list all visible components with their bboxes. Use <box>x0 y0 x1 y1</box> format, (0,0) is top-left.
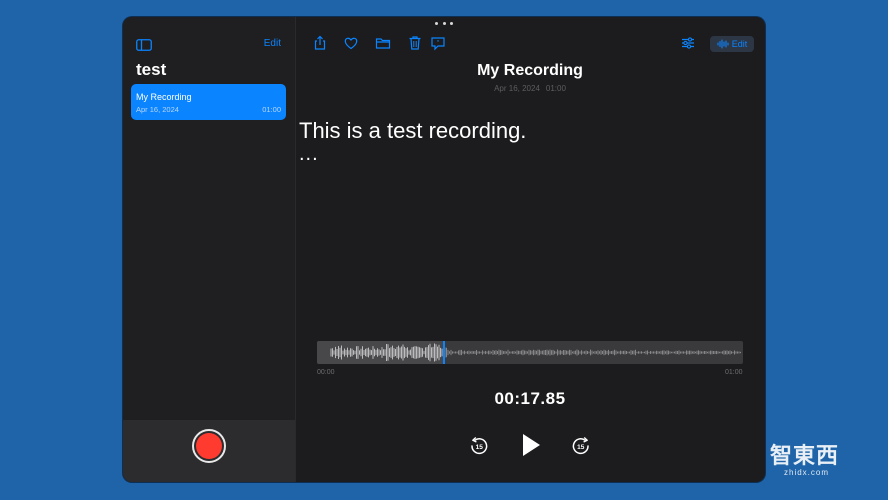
svg-text:": " <box>437 39 440 46</box>
edit-recording-label: Edit <box>731 39 748 49</box>
recording-title[interactable]: My Recording <box>295 62 765 80</box>
trash-icon[interactable] <box>407 35 423 51</box>
watermark-sub: zhidx.com <box>784 468 830 477</box>
sidebar-toggle-icon[interactable] <box>136 38 152 51</box>
skip-back-seconds: 15 <box>476 444 484 451</box>
transcript-line: This is a test recording. <box>299 118 527 143</box>
transcript-continuation: ... <box>299 143 319 165</box>
recording-list-item[interactable]: My Recording Apr 16, 2024 01:00 <box>131 84 286 120</box>
waveform-start-time: 00:00 <box>317 369 335 376</box>
share-icon[interactable] <box>312 35 328 51</box>
record-button[interactable] <box>192 429 226 463</box>
playhead[interactable] <box>442 341 445 364</box>
skip-forward-seconds: 15 <box>577 444 585 451</box>
recording-item-name: My Recording <box>136 92 192 102</box>
recording-detail: " Edit My Recording Apr 16, 2024 01:00 Th… <box>295 17 765 482</box>
recording-duration: 01:00 <box>545 84 566 93</box>
recording-meta: Apr 16, 2024 01:00 <box>295 84 765 93</box>
record-bar <box>123 420 295 482</box>
elapsed-time: 00:17.85 <box>494 389 566 408</box>
play-button[interactable] <box>519 431 543 459</box>
transcript-icon[interactable]: " <box>430 35 446 51</box>
folder-title: test <box>136 60 167 79</box>
watermark-logo: 智東西 <box>770 443 840 468</box>
recording-item-date: Apr 16, 2024 <box>136 105 179 114</box>
recording-date: Apr 16, 2024 <box>494 84 540 93</box>
edit-recording-button[interactable]: Edit <box>710 36 754 52</box>
waveform-icon <box>717 39 729 49</box>
skip-forward-15-button[interactable]: 15 <box>571 436 591 456</box>
skip-forward-icon: 15 <box>572 436 589 455</box>
sliders-icon[interactable] <box>680 35 696 51</box>
voice-memos-window: Edit test My Recording Apr 16, 2024 01:0… <box>123 17 765 482</box>
play-icon <box>523 434 540 456</box>
waveform-end-time: 01:00 <box>725 369 743 376</box>
skip-back-15-button[interactable]: 15 <box>469 436 489 456</box>
record-dot-icon <box>196 433 222 459</box>
recording-item-duration: 01:00 <box>262 105 281 114</box>
transcript-text: This is a test recording. ... <box>299 116 527 165</box>
waveform-graphic <box>330 343 741 362</box>
folder-icon[interactable] <box>375 35 391 51</box>
sidebar-edit-button[interactable]: Edit <box>264 38 281 49</box>
skip-back-icon: 15 <box>471 436 488 455</box>
waveform-scrubber[interactable] <box>317 341 743 364</box>
heart-icon[interactable] <box>343 35 359 51</box>
sidebar: Edit test My Recording Apr 16, 2024 01:0… <box>123 17 296 482</box>
